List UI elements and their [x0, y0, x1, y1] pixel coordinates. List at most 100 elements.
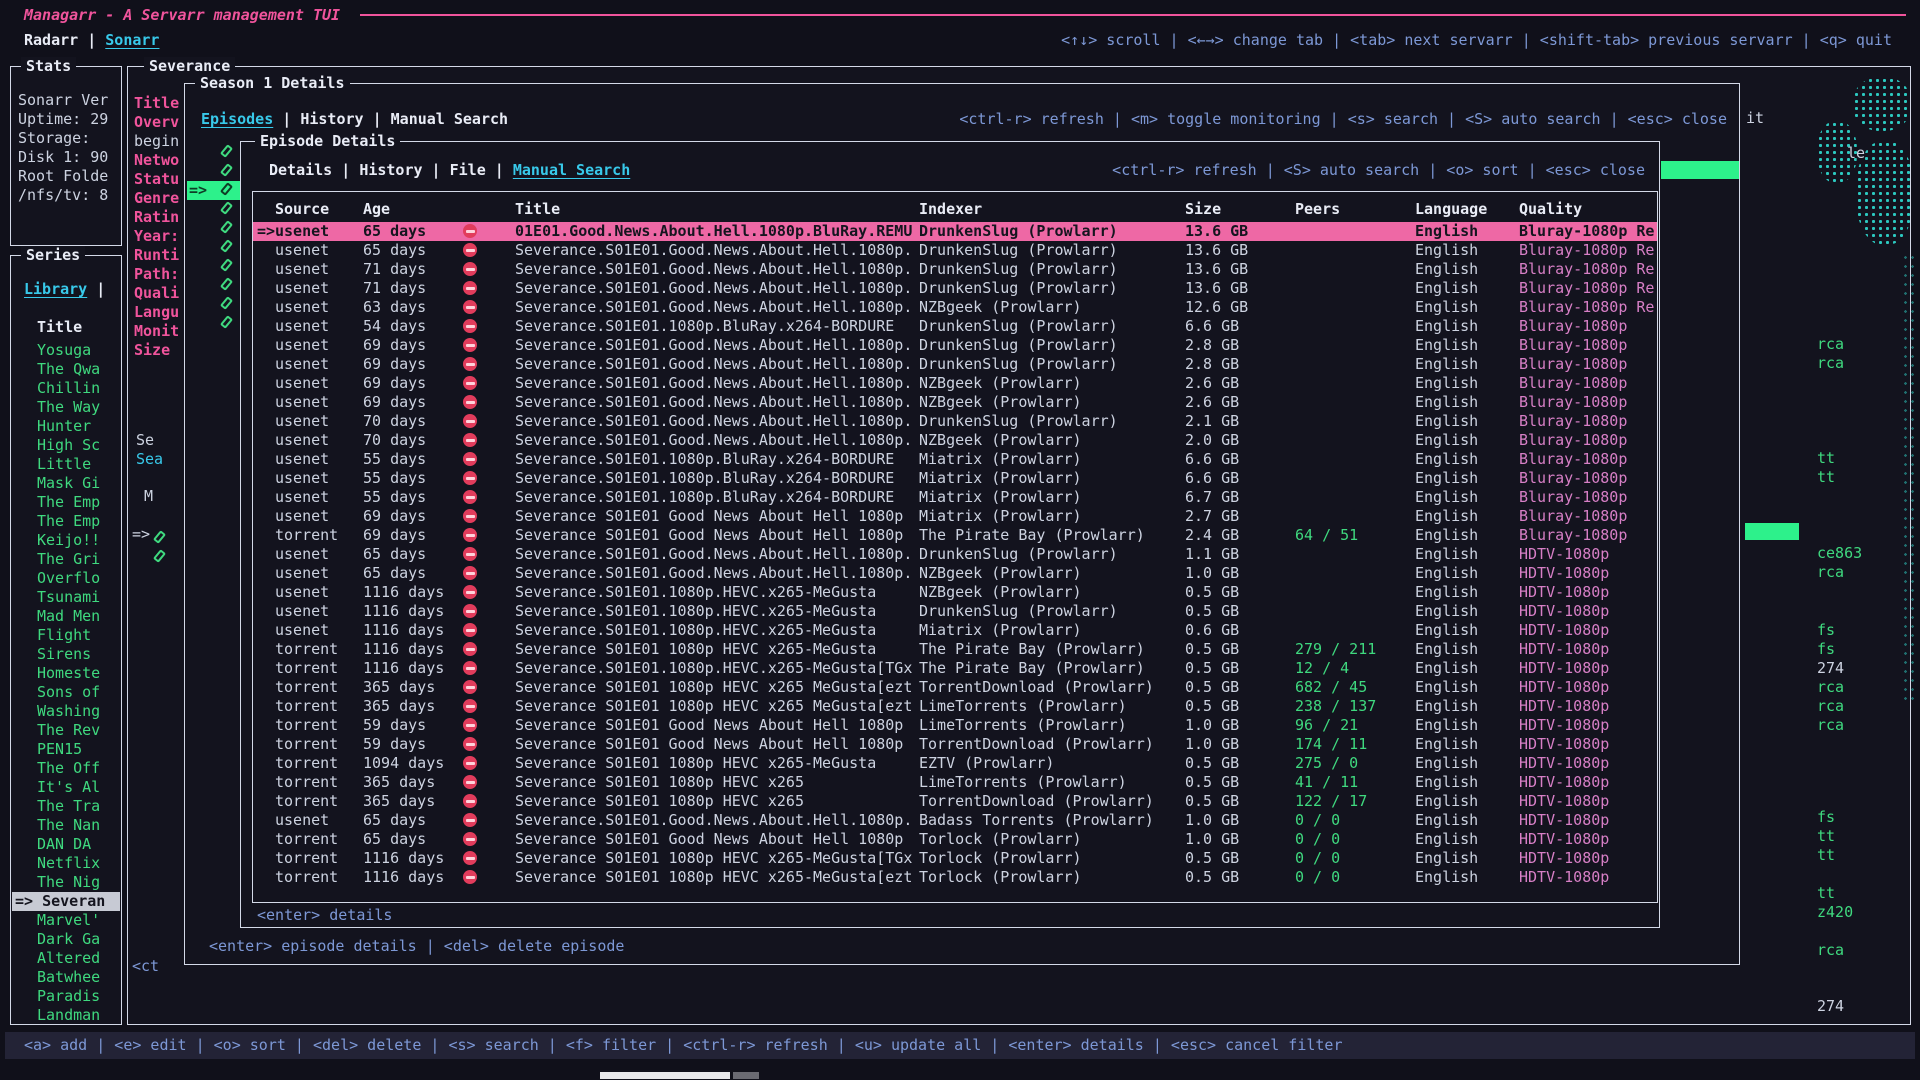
tab-sonarr[interactable]: Sonarr [105, 31, 159, 49]
column-header-age[interactable]: Age [363, 200, 461, 219]
release-row[interactable]: usenet65 daysSeverance.S01E01.Good.News.… [253, 545, 1657, 564]
cell-age: 55 days [363, 450, 461, 469]
series-list-item[interactable]: The Gri [37, 550, 119, 569]
column-header-size[interactable]: Size [1185, 200, 1289, 219]
release-row[interactable]: torrent1116 daysSeverance S01E01 1080p H… [253, 640, 1657, 659]
column-header-source[interactable]: Source [275, 200, 359, 219]
series-list-item[interactable]: Keijo!! [37, 531, 119, 550]
release-row[interactable]: torrent1116 daysSeverance.S01E01.1080p.H… [253, 659, 1657, 678]
series-list-item[interactable]: Tsunami [37, 588, 119, 607]
tab-radarr[interactable]: Radarr [24, 31, 78, 49]
release-row[interactable]: torrent69 daysSeverance S01E01 Good News… [253, 526, 1657, 545]
occluded-text-fragment: it [1746, 109, 1764, 128]
release-row[interactable]: torrent1094 daysSeverance S01E01 1080p H… [253, 754, 1657, 773]
series-list-item[interactable]: The Emp [37, 512, 119, 531]
release-row[interactable]: usenet55 daysSeverance.S01E01.1080p.BluR… [253, 488, 1657, 507]
series-list-item[interactable]: Little [37, 455, 119, 474]
release-row[interactable]: usenet1116 daysSeverance.S01E01.1080p.HE… [253, 621, 1657, 640]
series-list-item[interactable]: => Severan [12, 892, 120, 911]
series-list-item[interactable]: Batwhee [37, 968, 119, 987]
release-table-header: SourceAge TitleIndexerSize PeersLanguage Qu… [253, 200, 1657, 219]
release-row[interactable]: usenet55 daysSeverance.S01E01.1080p.BluR… [253, 450, 1657, 469]
series-list-item[interactable]: Dark Ga [37, 930, 119, 949]
series-list-item[interactable]: PEN15 [37, 740, 119, 759]
tab-episodes[interactable]: Episodes [201, 110, 273, 128]
release-row[interactable]: usenet71 daysSeverance.S01E01.Good.News.… [253, 260, 1657, 279]
release-row[interactable]: usenet1116 daysSeverance.S01E01.1080p.HE… [253, 602, 1657, 621]
series-list-item[interactable]: Netflix [37, 854, 119, 873]
tab-details[interactable]: Details [269, 161, 332, 179]
series-list-item[interactable]: It's Al [37, 778, 119, 797]
series-list-item[interactable]: Chillin [37, 379, 119, 398]
release-row[interactable]: torrent65 daysSeverance S01E01 Good News… [253, 830, 1657, 849]
tab-manual-search[interactable]: Manual Search [513, 161, 630, 179]
series-list-item[interactable]: Hunter [37, 417, 119, 436]
scrollbar-dots[interactable] [1902, 253, 1914, 703]
column-header-language[interactable]: Language [1415, 200, 1513, 219]
column-header-peers[interactable]: Peers [1295, 200, 1411, 219]
release-row[interactable]: =>usenet65 days01E01.Good.News.About.Hel… [253, 222, 1657, 241]
series-list-item[interactable]: Paradis [37, 987, 119, 1006]
tab-manual-search[interactable]: Manual Search [391, 110, 508, 128]
paw-art-icon [1856, 141, 1914, 245]
release-row[interactable]: usenet69 daysSeverance.S01E01.Good.News.… [253, 355, 1657, 374]
cell-peers: 682 / 45 [1295, 678, 1411, 697]
series-list-item[interactable]: Mad Men [37, 607, 119, 626]
release-row[interactable]: usenet1116 daysSeverance.S01E01.1080p.HE… [253, 583, 1657, 602]
series-list-item[interactable]: Altered [37, 949, 119, 968]
release-row[interactable]: usenet65 daysSeverance.S01E01.Good.News.… [253, 241, 1657, 260]
column-header-title[interactable]: Title [515, 200, 915, 219]
release-row[interactable]: torrent365 daysSeverance S01E01 1080p HE… [253, 697, 1657, 716]
series-list-item[interactable]: Overflo [37, 569, 119, 588]
series-list-item[interactable]: The Way [37, 398, 119, 417]
series-field-label: Year: [134, 227, 179, 246]
series-list-item[interactable]: The Tra [37, 797, 119, 816]
series-list-item[interactable]: Landman [37, 1006, 119, 1025]
release-row[interactable]: usenet69 daysSeverance.S01E01.Good.News.… [253, 393, 1657, 412]
release-row[interactable]: usenet65 daysSeverance.S01E01.Good.News.… [253, 564, 1657, 583]
release-row[interactable]: usenet55 daysSeverance.S01E01.1080p.BluR… [253, 469, 1657, 488]
release-row[interactable]: torrent365 daysSeverance S01E01 1080p HE… [253, 773, 1657, 792]
series-list-item[interactable]: Flight [37, 626, 119, 645]
series-list-item[interactable]: Mask Gi [37, 474, 119, 493]
column-header-quality[interactable]: Quality [1519, 200, 1659, 219]
series-list-item[interactable]: Yosuga [37, 341, 119, 360]
release-row[interactable]: usenet65 daysSeverance.S01E01.Good.News.… [253, 811, 1657, 830]
series-list-item[interactable]: The Nan [37, 816, 119, 835]
series-list-item[interactable]: Washing [37, 702, 119, 721]
series-list-item[interactable]: DAN DA [37, 835, 119, 854]
release-row[interactable]: usenet69 daysSeverance.S01E01.Good.News.… [253, 374, 1657, 393]
series-list-item[interactable]: The Off [37, 759, 119, 778]
series-list-item[interactable]: The Emp [37, 493, 119, 512]
release-row[interactable]: usenet70 daysSeverance.S01E01.Good.News.… [253, 412, 1657, 431]
release-row[interactable]: usenet69 daysSeverance.S01E01.Good.News.… [253, 336, 1657, 355]
series-list-item[interactable]: High Sc [37, 436, 119, 455]
release-row[interactable]: torrent59 daysSeverance S01E01 Good News… [253, 735, 1657, 754]
release-row[interactable]: torrent365 daysSeverance S01E01 1080p HE… [253, 792, 1657, 811]
release-row[interactable]: usenet54 daysSeverance.S01E01.1080p.BluR… [253, 317, 1657, 336]
series-tabs: Library | [24, 280, 105, 299]
release-row[interactable]: usenet69 daysSeverance S01E01 Good News … [253, 507, 1657, 526]
series-list-item[interactable]: The Nig [37, 873, 119, 892]
monitored-icon [220, 163, 233, 177]
series-list-item[interactable]: Homeste [37, 664, 119, 683]
release-row[interactable]: usenet63 daysSeverance.S01E01.Good.News.… [253, 298, 1657, 317]
series-list-item[interactable]: Marvel' [37, 911, 119, 930]
series-list-item[interactable]: Sons of [37, 683, 119, 702]
tab-history[interactable]: History [300, 110, 363, 128]
tab-history[interactable]: History [359, 161, 422, 179]
release-row[interactable]: torrent1116 daysSeverance S01E01 1080p H… [253, 868, 1657, 887]
release-row[interactable]: usenet71 daysSeverance.S01E01.Good.News.… [253, 279, 1657, 298]
release-row[interactable]: usenet70 daysSeverance.S01E01.Good.News.… [253, 431, 1657, 450]
tab-library[interactable]: Library [24, 280, 87, 298]
cell-quality: HDTV-1080p [1519, 640, 1659, 659]
series-list-item[interactable]: Sirens [37, 645, 119, 664]
release-row[interactable]: torrent1116 daysSeverance S01E01 1080p H… [253, 849, 1657, 868]
series-list-item[interactable]: The Rev [37, 721, 119, 740]
release-row[interactable]: torrent59 daysSeverance S01E01 Good News… [253, 716, 1657, 735]
series-field-label: Size [134, 341, 170, 360]
column-header-indexer[interactable]: Indexer [919, 200, 1181, 219]
tab-file[interactable]: File [450, 161, 486, 179]
release-row[interactable]: torrent365 daysSeverance S01E01 1080p HE… [253, 678, 1657, 697]
series-list-item[interactable]: The Qwa [37, 360, 119, 379]
